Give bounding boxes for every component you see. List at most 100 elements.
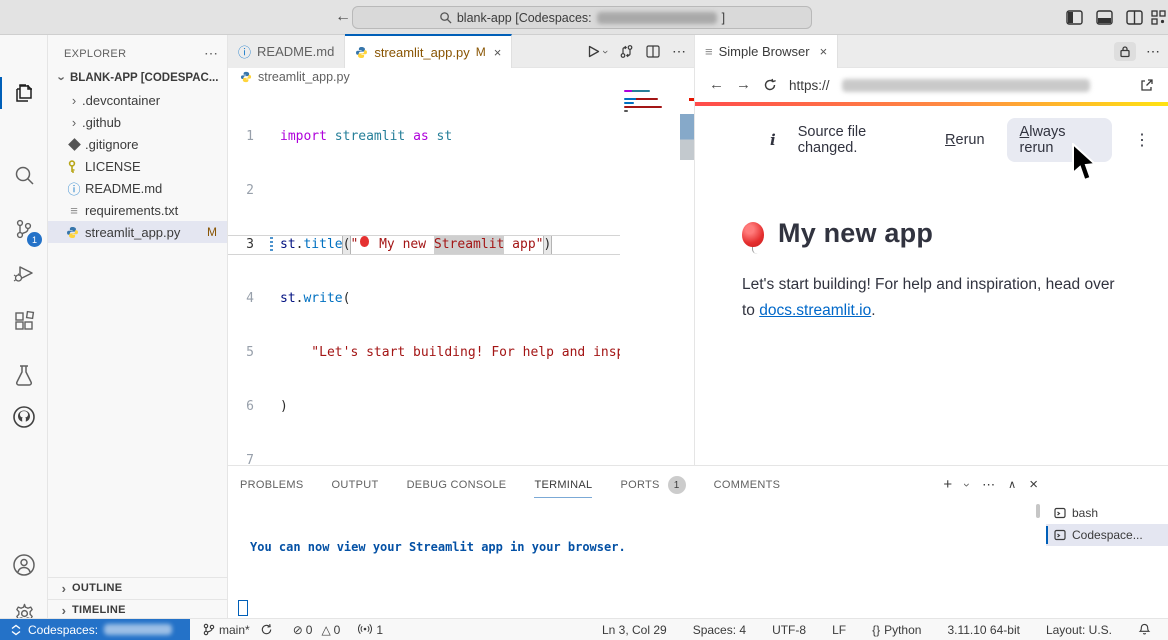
terminal-session-codespace[interactable]: Codespace...	[1046, 524, 1168, 546]
python-file-icon	[355, 46, 368, 59]
terminal-sessions-list: bash Codespace...	[1046, 502, 1168, 546]
tree-item-requirements[interactable]: ≡ requirements.txt	[48, 199, 227, 221]
panel-more-icon[interactable]: ⋯	[982, 477, 995, 493]
python-version-item[interactable]: 3.11.10 64-bit	[942, 623, 1025, 637]
language-mode-item[interactable]: {}Python	[867, 623, 926, 637]
forwarded-ports-item[interactable]: 1	[353, 623, 388, 637]
editor-scrollbar[interactable]	[680, 114, 695, 160]
tab-simple-browser[interactable]: ≡ Simple Browser ×	[695, 35, 838, 68]
command-center-search[interactable]: blank-app [Codespaces: ]	[352, 6, 812, 29]
split-editor-icon[interactable]	[646, 45, 660, 58]
tree-item-github[interactable]: › .github	[48, 111, 227, 133]
git-branch-item[interactable]: main*	[198, 623, 255, 637]
url-protocol[interactable]: https://	[789, 78, 830, 93]
tree-root-blank-app[interactable]: › BLANK-APP [CODESPAC...	[48, 67, 227, 89]
minimap[interactable]	[622, 88, 680, 465]
bottom-panel: PROBLEMS OUTPUT DEBUG CONSOLE TERMINAL P…	[228, 465, 1168, 618]
browser-reload-icon[interactable]	[763, 78, 777, 92]
code-line-7: 7	[228, 452, 620, 465]
source-changed-text: Source file changed.	[798, 124, 923, 156]
redacted-codespace-name	[597, 12, 717, 24]
browser-back-icon[interactable]: ←	[709, 75, 724, 95]
eol-item[interactable]: LF	[827, 623, 851, 637]
problems-item[interactable]: ⊘0 △0	[288, 623, 346, 637]
accounts-icon[interactable]	[0, 543, 48, 587]
tree-item-streamlit-app[interactable]: streamlit_app.py M	[48, 221, 227, 243]
customize-layout-icon[interactable]	[1150, 10, 1167, 25]
file-tree: › BLANK-APP [CODESPAC... › .devcontainer…	[48, 67, 227, 243]
maximize-panel-icon[interactable]: ∧	[1008, 478, 1016, 491]
search-view-icon[interactable]	[0, 153, 48, 197]
toggle-panel-icon[interactable]	[1096, 10, 1113, 25]
tab-streamlit-app[interactable]: streamlit_app.py M ×	[345, 34, 512, 68]
browser-toolbar: ← → https://	[695, 68, 1168, 102]
new-terminal-icon[interactable]: +	[943, 476, 952, 493]
terminal-session-bash[interactable]: bash	[1046, 502, 1168, 524]
streamlit-decoration-bar	[695, 102, 1168, 106]
editor-tab-bar: ⓘ README.md streamlit_app.py M × › ⋯	[228, 35, 694, 68]
tree-item-readme[interactable]: ⓘ README.md	[48, 177, 227, 199]
code-editor[interactable]: 1import streamlit as st 2 3st.title(" My…	[228, 92, 620, 465]
history-back-icon[interactable]: ←	[335, 7, 351, 27]
timeline-section[interactable]: › TIMELINE	[48, 599, 227, 620]
search-icon	[439, 11, 452, 24]
explorer-view-icon[interactable]	[0, 71, 48, 115]
browser-forward-icon[interactable]: →	[736, 75, 751, 95]
split-editor-icon[interactable]	[1126, 10, 1143, 25]
testing-icon[interactable]	[0, 353, 48, 397]
git-file-icon	[66, 137, 82, 152]
toggle-sidebar-icon[interactable]	[1066, 10, 1083, 25]
braces-icon: {}	[872, 623, 880, 637]
close-icon[interactable]: ×	[494, 45, 502, 60]
mouse-cursor	[1070, 143, 1098, 185]
status-bar: Codespaces: main* ⊘0 △0 1 Ln 3, Col 29 S…	[0, 618, 1168, 640]
streamlit-info-icon: i	[770, 131, 776, 149]
outline-section[interactable]: › OUTLINE	[48, 577, 227, 598]
explorer-more-icon[interactable]: ⋯	[204, 45, 219, 62]
streamlit-menu-icon[interactable]: ⋮	[1134, 130, 1150, 150]
close-icon[interactable]: ×	[820, 44, 828, 59]
redacted-codespace-name	[104, 624, 172, 635]
notifications-bell-icon[interactable]	[1133, 623, 1156, 636]
code-line-1: 1import streamlit as st	[228, 128, 620, 146]
close-panel-icon[interactable]: ×	[1029, 476, 1038, 493]
lock-icon[interactable]	[1114, 42, 1136, 61]
source-control-icon[interactable]: 1	[0, 207, 48, 251]
tree-item-devcontainer[interactable]: › .devcontainer	[48, 89, 227, 111]
panel-tab-ports[interactable]: PORTS1	[620, 476, 685, 498]
run-or-debug-icon[interactable]	[619, 44, 634, 59]
tab-readme[interactable]: ⓘ README.md	[228, 35, 345, 68]
chevron-right-icon: ›	[72, 115, 76, 130]
open-external-icon[interactable]	[1140, 78, 1154, 92]
code-line-4: 4st.write(	[228, 290, 620, 308]
breadcrumb[interactable]: streamlit_app.py	[240, 70, 350, 84]
sync-changes-item[interactable]	[255, 623, 278, 636]
more-actions-icon[interactable]: ⋯	[1146, 43, 1160, 60]
more-actions-icon[interactable]: ⋯	[672, 43, 686, 60]
panel-scrollbar[interactable]	[1036, 504, 1040, 518]
run-python-file-icon[interactable]: ›	[587, 45, 607, 58]
panel-tab-comments[interactable]: COMMENTS	[714, 476, 781, 498]
tree-item-gitignore[interactable]: .gitignore	[48, 133, 227, 155]
encoding-item[interactable]: UTF-8	[767, 623, 811, 637]
panel-tab-debug-console[interactable]: DEBUG CONSOLE	[407, 476, 507, 498]
tree-item-license[interactable]: LICENSE	[48, 155, 227, 177]
docs-streamlit-link[interactable]: docs.streamlit.io	[759, 302, 871, 319]
panel-tab-terminal[interactable]: TERMINAL	[534, 476, 592, 498]
indentation-item[interactable]: Spaces: 4	[688, 623, 751, 637]
license-key-icon	[66, 160, 82, 173]
cursor-position-item[interactable]: Ln 3, Col 29	[597, 623, 672, 637]
github-icon[interactable]	[0, 395, 48, 439]
panel-tab-problems[interactable]: PROBLEMS	[240, 476, 304, 498]
run-debug-icon[interactable]	[0, 251, 48, 295]
extensions-icon[interactable]	[0, 299, 48, 343]
code-line-6: 6)	[228, 398, 620, 416]
redacted-url	[842, 79, 1090, 92]
rerun-button[interactable]: Rerun	[945, 132, 985, 148]
terminal-dropdown-icon[interactable]: ›	[960, 483, 974, 487]
panel-tab-output[interactable]: OUTPUT	[332, 476, 379, 498]
chevron-right-icon: ›	[72, 93, 76, 108]
remote-indicator[interactable]: Codespaces:	[0, 619, 190, 640]
activity-bar: 1	[0, 35, 48, 618]
keyboard-layout-item[interactable]: Layout: U.S.	[1041, 623, 1117, 637]
